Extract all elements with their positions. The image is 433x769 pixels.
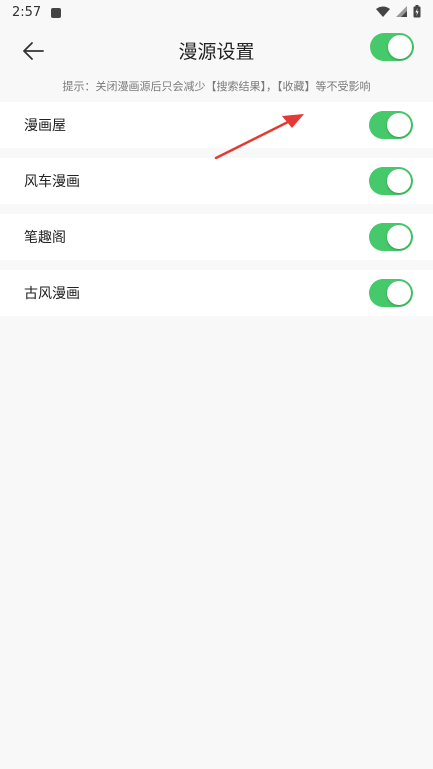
status-time: 2:57 [12,4,42,20]
hint-text: 提示：关闭漫画源后只会减少【搜索结果】，【收藏】等不受影响 [62,80,371,93]
toggle-knob [387,225,411,249]
source-toggle-gufeng[interactable] [369,279,413,307]
source-row-fengche: 风车漫画 [0,158,433,204]
status-bar: 2:57 [0,0,433,24]
toggle-knob [387,113,411,137]
status-icons [376,5,421,18]
source-toggle-manhuawu[interactable] [369,111,413,139]
source-label: 风车漫画 [24,174,80,190]
source-row-gufeng: 古风漫画 [0,270,433,316]
page-title: 漫源设置 [178,41,255,63]
master-toggle[interactable] [370,33,414,61]
header: 漫源设置 [0,28,433,74]
toggle-knob [388,35,412,59]
notification-icon [51,8,62,18]
source-list: 漫画屋 风车漫画 笔趣阁 古风漫画 [0,102,433,326]
source-row-manhuawu: 漫画屋 [0,102,433,148]
source-row-biquge: 笔趣阁 [0,214,433,260]
toggle-knob [387,281,411,305]
source-label: 漫画屋 [24,118,66,134]
source-toggle-fengche[interactable] [369,167,413,195]
source-label: 古风漫画 [24,286,80,302]
signal-icon [396,6,407,17]
source-toggle-biquge[interactable] [369,223,413,251]
battery-charging-icon [413,5,421,18]
source-label: 笔趣阁 [24,230,66,246]
toggle-knob [387,169,411,193]
wifi-icon [376,6,390,17]
